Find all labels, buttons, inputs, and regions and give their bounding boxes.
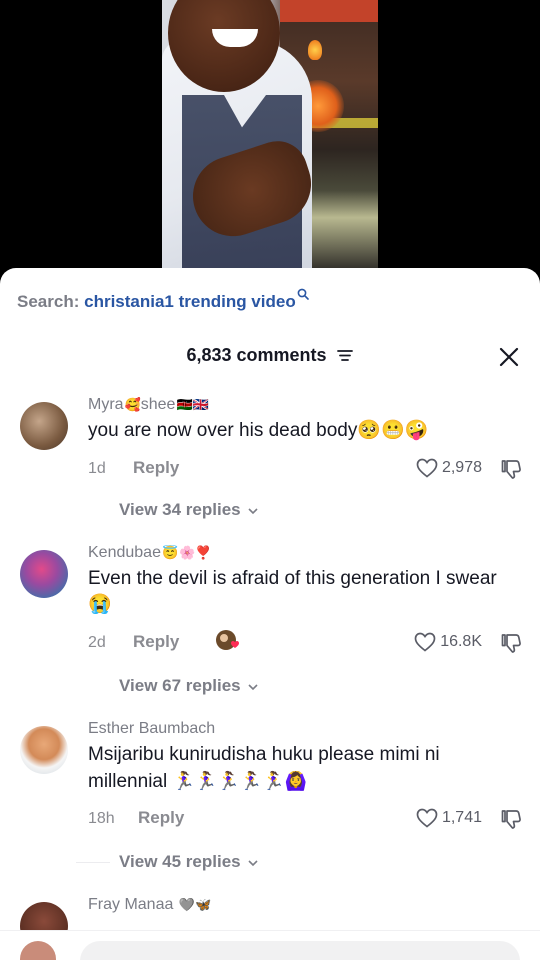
author-name: Myra [88, 396, 124, 414]
comments-count: 6,833 comments [186, 344, 327, 365]
video-person-smile [212, 29, 258, 47]
comment-body: Kendubae😇🌸❣️ Even the devil is afraid of… [88, 542, 522, 618]
close-icon[interactable] [498, 346, 520, 368]
search-term-link[interactable]: christania1 trending video [84, 292, 296, 311]
comment-author[interactable]: Fray Manaa 🩶🦋 [88, 894, 522, 916]
creator-liked-icon [216, 630, 239, 650]
divider [76, 862, 110, 863]
add-comment-input[interactable] [80, 941, 520, 960]
video-player[interactable] [0, 0, 540, 300]
author-emoji: 🩶🦋 [178, 897, 212, 912]
author-emoji: 🥰 [124, 397, 141, 412]
comment-body: Fray Manaa 🩶🦋 [88, 894, 522, 916]
comment-text: you are now over his dead body🥺😬🤪 [88, 420, 429, 441]
avatar[interactable] [20, 402, 68, 450]
author-emoji-2: 🌸❣️ [179, 545, 212, 560]
avatar[interactable] [20, 726, 68, 774]
view-replies-button[interactable]: View 45 replies [119, 852, 259, 872]
comments-header: 6,833 comments [0, 344, 540, 370]
author-name-suffix: shee [140, 396, 176, 414]
video-flame [308, 40, 322, 60]
comment-meta: 18h Reply 1,741 [88, 806, 522, 832]
like-button[interactable]: 2,978 [416, 458, 482, 478]
author-name: Kendubae [88, 544, 161, 562]
chevron-down-icon [248, 859, 258, 866]
reply-button[interactable]: Reply [133, 632, 179, 652]
like-count: 2,978 [441, 459, 482, 476]
sort-filter-icon[interactable] [336, 348, 354, 362]
comment-age: 2d [88, 634, 106, 651]
comment-text: Even the devil is afraid of this generat… [88, 568, 497, 615]
heart-icon [416, 808, 438, 828]
video-frame[interactable] [162, 0, 378, 272]
dislike-icon[interactable] [500, 458, 522, 480]
comment-text-emoji: 🏃‍♀️🏃‍♀️🏃‍♀️🏃‍♀️🏃‍♀️🙆‍♀️ [172, 771, 307, 791]
current-user-avatar [20, 941, 56, 960]
dislike-icon[interactable] [500, 632, 522, 654]
avatar[interactable] [20, 550, 68, 598]
author-name: Fray Manaa [88, 896, 174, 914]
chevron-down-icon [248, 507, 258, 514]
view-replies-label: View 45 replies [119, 852, 241, 871]
comment-author[interactable]: Myra🥰shee🇰🇪🇬🇧 [88, 394, 522, 416]
author-flags: 🇰🇪🇬🇧 [176, 397, 209, 412]
author-name: Esther Baumbach [88, 720, 216, 737]
like-button[interactable]: 16.8K [414, 632, 482, 652]
like-button[interactable]: 1,741 [416, 808, 482, 828]
heart-icon [416, 458, 438, 478]
search-label: Search: [17, 292, 80, 311]
view-replies-button[interactable]: View 34 replies [119, 500, 259, 520]
dislike-icon[interactable] [500, 808, 522, 830]
comment-age: 1d [88, 460, 106, 477]
comment-author[interactable]: Kendubae😇🌸❣️ [88, 542, 522, 564]
chevron-down-icon [248, 683, 258, 690]
comment-body: Esther Baumbach Msijaribu kunirudisha hu… [88, 718, 522, 795]
search-icon [297, 285, 309, 300]
comments-sheet: Search: christania1 trending video 6,833… [0, 268, 540, 960]
search-suggestion[interactable]: Search: christania1 trending video [17, 288, 309, 312]
view-replies-label: View 34 replies [119, 500, 241, 519]
like-count: 16.8K [440, 633, 482, 650]
comment-age: 18h [88, 810, 115, 827]
view-replies-label: View 67 replies [119, 676, 241, 695]
view-replies-button[interactable]: View 67 replies [119, 676, 259, 696]
reply-button[interactable]: Reply [133, 458, 179, 478]
video-background-stripe [280, 0, 378, 22]
comment-input-bar [0, 930, 540, 960]
comment-meta: 1d Reply 2,978 [88, 456, 522, 482]
comment-text: Msijaribu kunirudisha huku please mimi n… [88, 742, 522, 795]
like-count: 1,741 [441, 809, 482, 826]
author-emoji: 😇 [161, 545, 179, 560]
comment-meta: 2d Reply 16.8K [88, 630, 522, 656]
reply-button[interactable]: Reply [138, 808, 184, 828]
comment-body: Myra🥰shee🇰🇪🇬🇧 you are now over his dead … [88, 394, 522, 444]
comment-author[interactable]: Esther Baumbach [88, 718, 522, 740]
heart-icon [414, 632, 436, 652]
